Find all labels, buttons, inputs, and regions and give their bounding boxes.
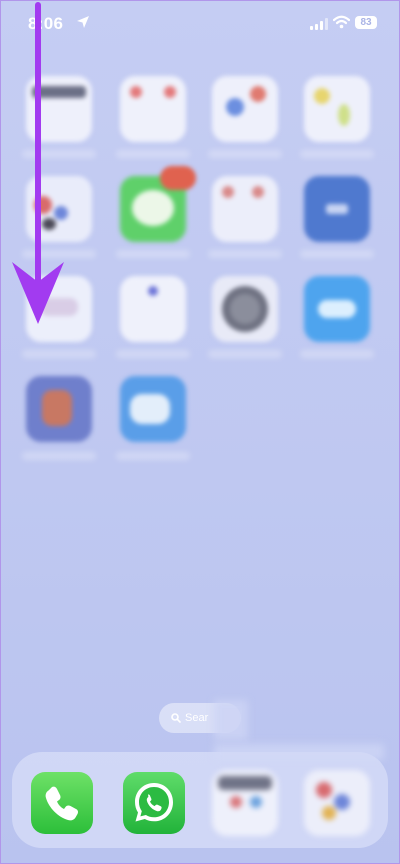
blurred-app-icon[interactable] (212, 76, 278, 142)
search-label: Sear (185, 712, 209, 724)
app-label-blurred (22, 350, 96, 358)
blurred-dock-app-icon[interactable] (304, 770, 370, 836)
blurred-app-icon[interactable] (26, 276, 92, 342)
app-label-blurred (22, 150, 96, 158)
app-label-blurred (208, 250, 282, 258)
blur-overlay (214, 744, 384, 760)
app-label-blurred (300, 250, 374, 258)
app-grid-blurred (0, 0, 400, 480)
blur-overlay (214, 700, 248, 740)
app-label-blurred (116, 250, 190, 258)
search-icon (171, 713, 181, 723)
app-label-blurred (208, 150, 282, 158)
blurred-app-icon[interactable] (212, 276, 278, 342)
app-label-blurred (22, 250, 96, 258)
app-label-blurred (300, 350, 374, 358)
blurred-dock-app-icon[interactable] (212, 770, 278, 836)
notification-badge (160, 166, 196, 190)
blurred-app-icon[interactable] (26, 376, 92, 442)
blurred-app-icon[interactable] (120, 276, 186, 342)
blurred-app-icon[interactable] (120, 76, 186, 142)
blurred-app-icon[interactable] (212, 176, 278, 242)
blurred-app-icon[interactable] (304, 76, 370, 142)
whatsapp-icon[interactable] (123, 772, 185, 834)
app-label-blurred (300, 150, 374, 158)
app-label-blurred (208, 350, 282, 358)
app-label-blurred (116, 150, 190, 158)
blurred-app-icon[interactable] (26, 176, 92, 242)
blurred-app-icon[interactable] (304, 176, 370, 242)
phone-icon[interactable] (31, 772, 93, 834)
blurred-app-icon[interactable] (120, 376, 186, 442)
app-label-blurred (22, 452, 96, 460)
app-label-blurred (116, 350, 190, 358)
app-label-blurred (116, 452, 190, 460)
blurred-app-icon[interactable] (304, 276, 370, 342)
blurred-app-icon[interactable] (26, 76, 92, 142)
